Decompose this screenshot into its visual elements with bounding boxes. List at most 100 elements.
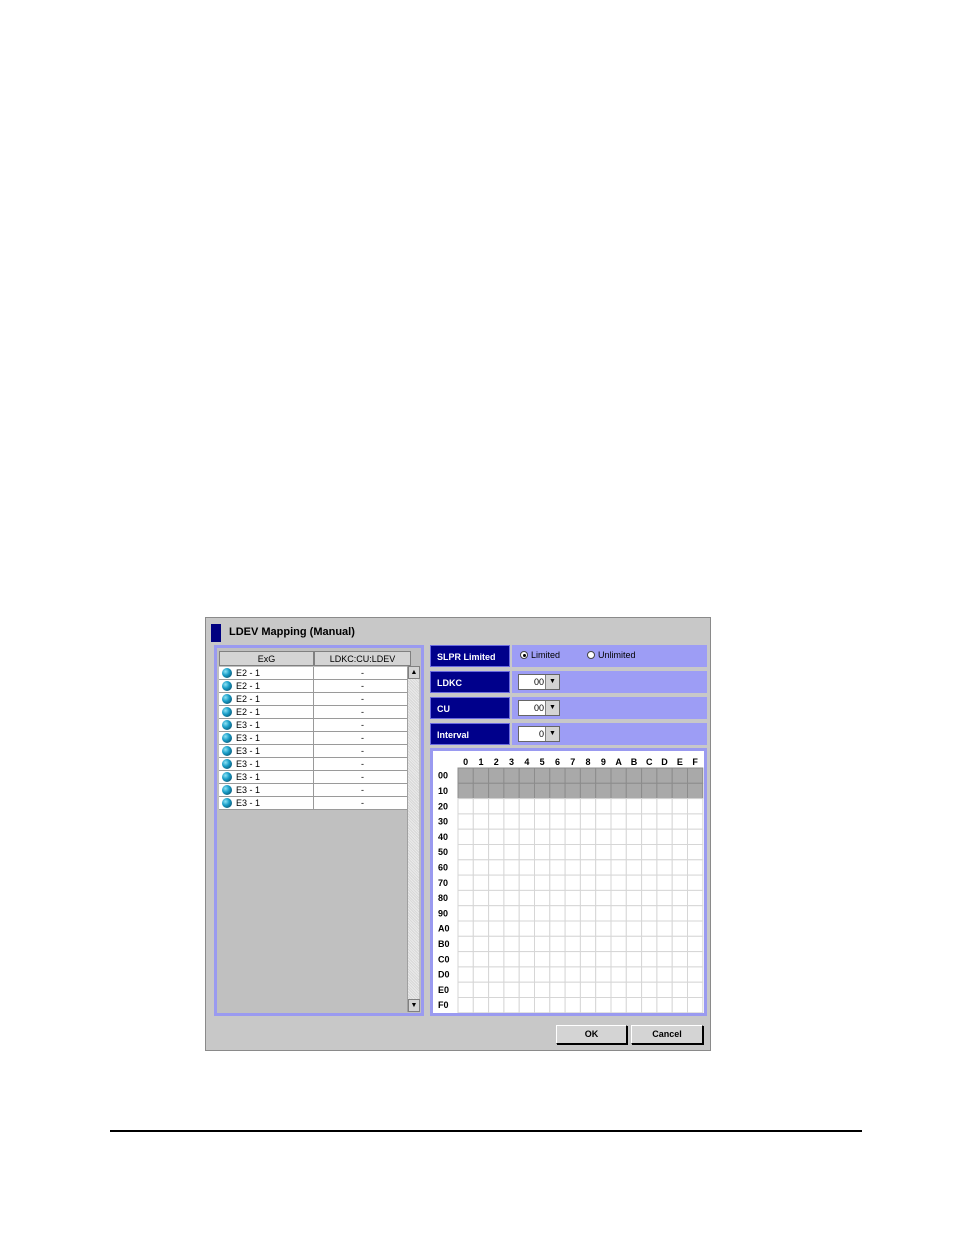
ldev-cell[interactable] <box>641 874 658 891</box>
ldev-cell[interactable] <box>625 966 643 983</box>
ldev-cell[interactable] <box>518 844 535 861</box>
ldev-cell[interactable] <box>549 813 566 830</box>
ldev-cell[interactable] <box>564 889 581 907</box>
ldev-cell[interactable] <box>518 935 535 953</box>
vertical-scrollbar[interactable]: ▲ ▼ <box>407 666 420 1012</box>
ldev-cell[interactable] <box>687 859 704 876</box>
ldev-cell[interactable] <box>488 813 505 830</box>
ldev-cell[interactable] <box>488 874 505 891</box>
ldev-cell[interactable] <box>579 966 597 983</box>
ldev-cell[interactable] <box>671 874 688 891</box>
ldev-cell[interactable] <box>488 889 505 907</box>
ldev-cell[interactable] <box>656 782 673 800</box>
ldev-cell[interactable] <box>641 813 658 830</box>
ldev-cell[interactable] <box>687 844 704 861</box>
ldev-cell[interactable] <box>518 782 535 800</box>
table-row[interactable]: E3 - 1 - <box>219 745 411 758</box>
ldev-cell[interactable] <box>564 951 581 968</box>
ldev-cell[interactable] <box>641 889 658 907</box>
ldev-cell[interactable] <box>564 859 581 876</box>
ldev-cell[interactable] <box>595 951 612 968</box>
ldev-cell[interactable] <box>549 997 566 1014</box>
ldev-cell[interactable] <box>579 874 597 891</box>
ldev-cell[interactable] <box>656 828 673 845</box>
ldev-cell[interactable] <box>472 935 490 953</box>
ldev-cell[interactable] <box>457 997 474 1014</box>
ldev-cell[interactable] <box>503 798 520 815</box>
ldev-cell[interactable] <box>549 966 566 983</box>
ldev-cell[interactable] <box>595 966 612 983</box>
ldev-cell[interactable] <box>472 828 490 845</box>
ldev-cell[interactable] <box>503 966 520 983</box>
ldev-cell[interactable] <box>656 997 673 1014</box>
ldev-cell[interactable] <box>625 920 643 937</box>
ldev-cell[interactable] <box>610 859 627 876</box>
ldev-cell[interactable] <box>610 874 627 891</box>
ldev-cell[interactable] <box>488 905 505 922</box>
ldev-cell[interactable] <box>564 828 581 845</box>
ldev-cell[interactable] <box>472 767 490 784</box>
ldev-cell[interactable] <box>488 966 505 983</box>
ldev-cell[interactable] <box>534 905 551 922</box>
ldev-cell[interactable] <box>518 997 535 1014</box>
ldev-cell[interactable] <box>534 798 551 815</box>
ldev-cell[interactable] <box>503 951 520 968</box>
ldev-cell[interactable] <box>549 935 566 953</box>
ldev-cell[interactable] <box>549 828 566 845</box>
ldev-cell[interactable] <box>503 905 520 922</box>
ldev-cell[interactable] <box>488 981 505 998</box>
ldev-cell[interactable] <box>687 935 704 953</box>
ldev-cell[interactable] <box>534 981 551 998</box>
ldev-cell[interactable] <box>503 767 520 784</box>
ldev-cell[interactable] <box>641 905 658 922</box>
ldev-cell[interactable] <box>671 997 688 1014</box>
ldev-cell[interactable] <box>549 981 566 998</box>
ldev-cell[interactable] <box>687 782 704 800</box>
ldev-cell[interactable] <box>610 951 627 968</box>
ldev-cell[interactable] <box>457 966 474 983</box>
ldev-cell[interactable] <box>687 966 704 983</box>
ldev-cell[interactable] <box>534 920 551 937</box>
ldev-cell[interactable] <box>671 767 688 784</box>
ldev-cell[interactable] <box>518 966 535 983</box>
ldev-cell[interactable] <box>625 798 643 815</box>
ldev-cell[interactable] <box>549 951 566 968</box>
ldev-cell[interactable] <box>610 844 627 861</box>
ldev-cell[interactable] <box>641 981 658 998</box>
table-row[interactable]: E3 - 1 - <box>219 797 411 810</box>
ldev-cell[interactable] <box>534 828 551 845</box>
ldev-cell[interactable] <box>488 859 505 876</box>
ldev-cell[interactable] <box>564 966 581 983</box>
ldev-cell[interactable] <box>579 844 597 861</box>
ldev-grid-svg[interactable]: 0 1 2 3 4 5 6 7 8 9 A B C D E F 00 10 20 30 40 50 60 70 80 90 A0 B0… <box>436 754 704 1014</box>
ldev-cell[interactable] <box>595 874 612 891</box>
ldev-cell[interactable] <box>488 844 505 861</box>
ldev-cell[interactable] <box>503 889 520 907</box>
ldev-cell[interactable] <box>656 905 673 922</box>
ldev-cell[interactable] <box>472 981 490 998</box>
ldev-cell[interactable] <box>472 997 490 1014</box>
ldev-cell[interactable] <box>656 859 673 876</box>
ldev-cell[interactable] <box>503 935 520 953</box>
ldev-cell[interactable] <box>564 905 581 922</box>
table-row[interactable]: E2 - 1 - <box>219 680 411 693</box>
ldev-cell[interactable] <box>687 997 704 1014</box>
ldev-cell[interactable] <box>457 828 474 845</box>
ldev-cell[interactable] <box>457 874 474 891</box>
ldev-cell[interactable] <box>549 920 566 937</box>
ldev-cell[interactable] <box>564 798 581 815</box>
ldev-cell[interactable] <box>579 798 597 815</box>
ldev-cell[interactable] <box>579 981 597 998</box>
ldev-cell[interactable] <box>579 828 597 845</box>
ldev-cell[interactable] <box>595 782 612 800</box>
ldev-cell[interactable] <box>518 828 535 845</box>
ldev-cell[interactable] <box>534 844 551 861</box>
ldev-cell[interactable] <box>488 951 505 968</box>
ldev-cell[interactable] <box>641 966 658 983</box>
cancel-button[interactable]: Cancel <box>631 1025 703 1044</box>
ldev-cell[interactable] <box>656 813 673 830</box>
ldev-cell[interactable] <box>549 798 566 815</box>
ldev-cell[interactable] <box>625 889 643 907</box>
ldev-cell[interactable] <box>579 813 597 830</box>
ldev-cell[interactable] <box>503 874 520 891</box>
